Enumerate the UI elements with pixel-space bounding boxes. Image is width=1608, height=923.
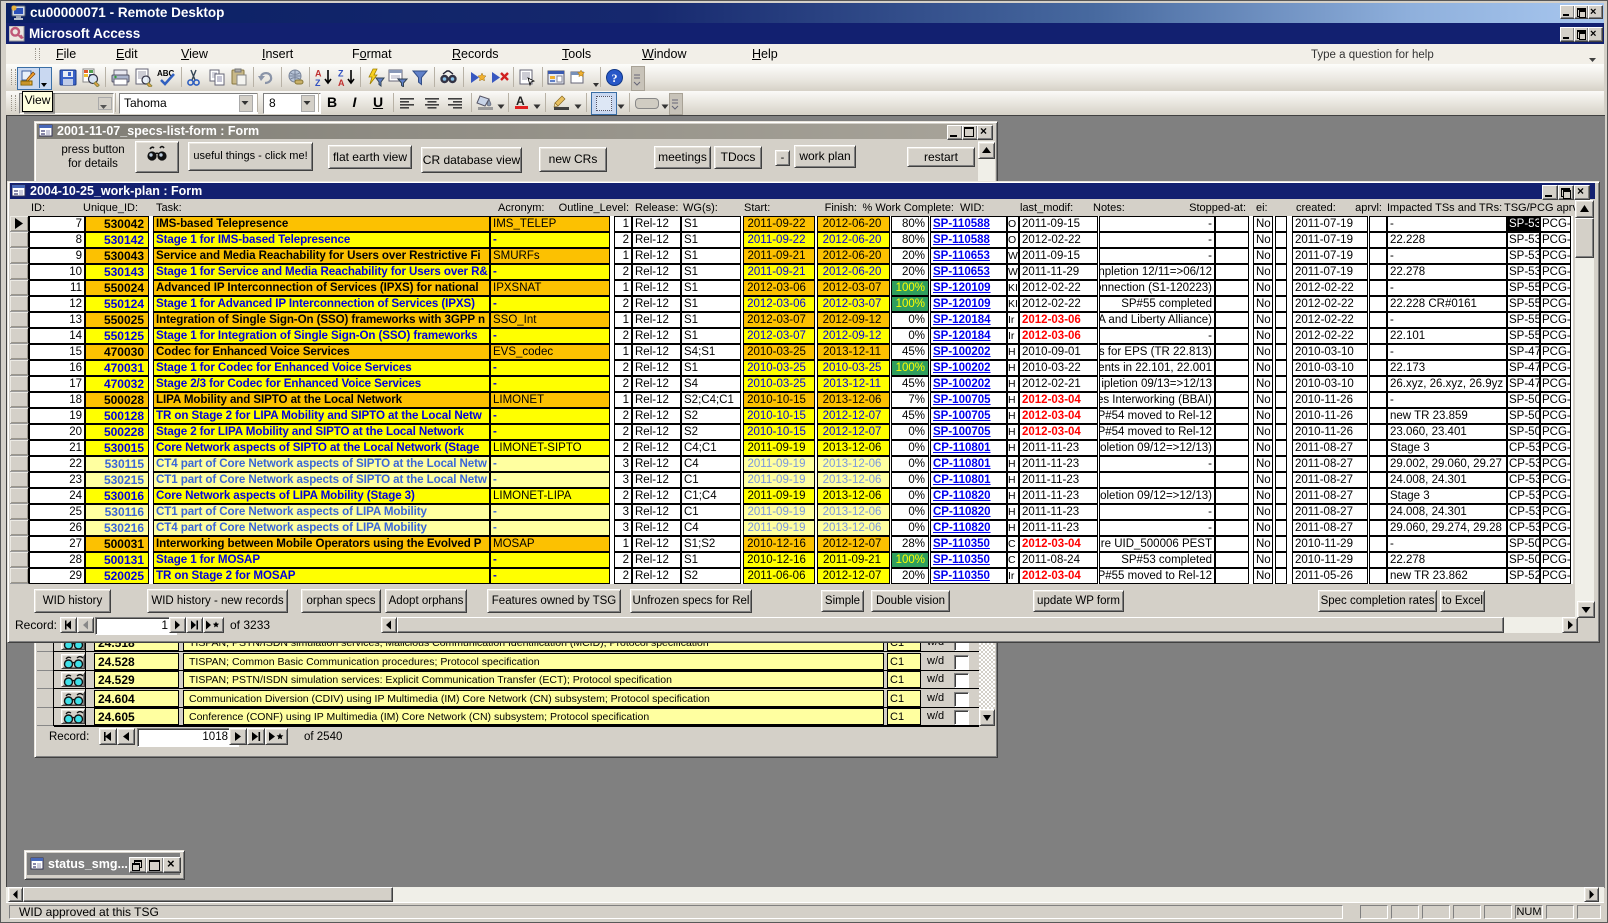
svg-text:A: A xyxy=(338,78,345,87)
svg-text:A: A xyxy=(516,94,525,108)
svg-text:?: ? xyxy=(612,71,618,85)
svg-text:Z: Z xyxy=(315,78,321,87)
svg-text:A: A xyxy=(315,69,322,79)
svg-text:Z: Z xyxy=(338,69,344,79)
